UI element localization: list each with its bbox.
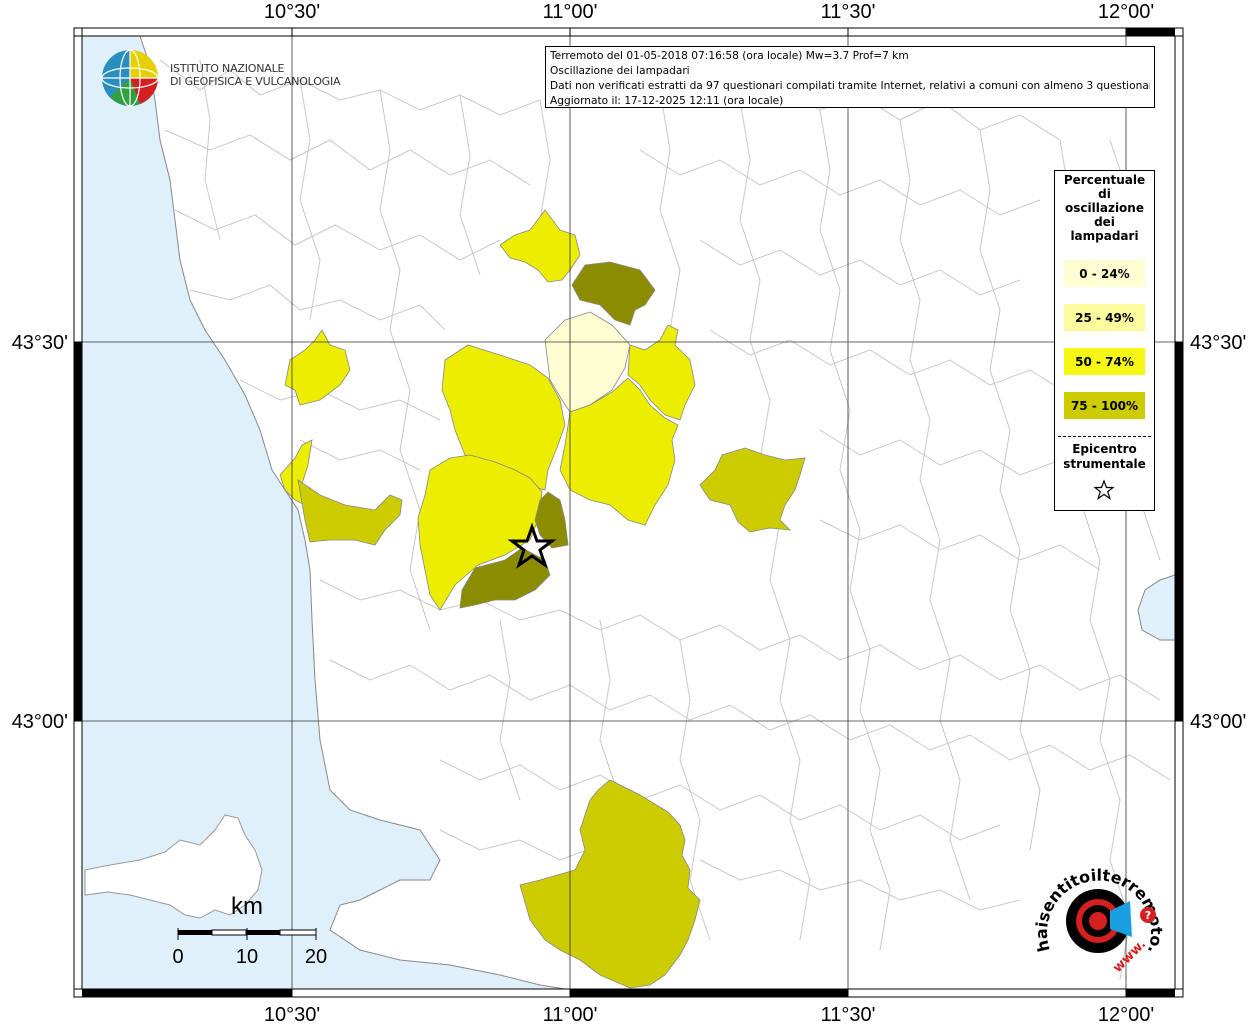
legend-title-line: di <box>1098 187 1111 201</box>
haisentito-logo: haisentitoilterremoto.it www. ? <box>1030 855 1166 976</box>
ingv-name: ISTITUTO NAZIONALE DI GEOFISICA E VULCAN… <box>170 62 341 88</box>
legend-epicentre-line: strumentale <box>1063 457 1146 471</box>
ingv-line2: DI GEOFISICA E VULCANOLOGIA <box>170 75 341 88</box>
lat-label-left-2: 43°00' <box>12 711 68 733</box>
lon-label-bottom-1: 10°30' <box>264 1004 320 1024</box>
legend-item-50-74: 50 - 74% <box>1064 348 1145 375</box>
lat-label-right-2: 43°00' <box>1190 711 1246 733</box>
lon-label-bottom-2: 11°00' <box>543 1004 598 1024</box>
info-line-updated: Aggiornato il: 17-12-2025 12:11 (ora loc… <box>550 95 784 107</box>
legend-epicentre-label: Epicentro strumentale <box>1055 442 1154 472</box>
legend-item-label: 0 - 24% <box>1079 266 1130 281</box>
legend-item-label: 75 - 100% <box>1070 398 1139 413</box>
earthquake-info-box: Terremoto del 01-05-2018 07:16:58 (ora l… <box>545 46 1155 108</box>
legend-epicentre-line: Epicentro <box>1072 442 1137 456</box>
legend-title-line: Percentuale <box>1063 173 1146 187</box>
info-line-parameter: Oscillazione dei lampadari <box>550 65 690 77</box>
legend-item-label: 50 - 74% <box>1075 354 1134 369</box>
lon-label-bottom-4: 12°00' <box>1098 1004 1154 1024</box>
legend-star-icon <box>1093 479 1115 500</box>
lon-label-top-4: 12°00' <box>1098 1 1154 23</box>
legend-title-line: dei <box>1094 215 1115 229</box>
lat-label-left-1: 43°30' <box>12 332 68 354</box>
lon-label-bottom-3: 11°30' <box>821 1004 876 1024</box>
lat-label-right-1: 43°30' <box>1190 332 1246 354</box>
legend-title: Percentuale di oscillazione dei lampadar… <box>1062 171 1148 243</box>
scale-unit: km <box>231 893 263 920</box>
legend-title-line: oscillazione <box>1065 201 1144 215</box>
legend: Percentuale di oscillazione dei lampadar… <box>1054 170 1155 511</box>
legend-separator <box>1058 436 1151 437</box>
lon-label-top-3: 11°30' <box>821 1 876 23</box>
scale-tick-10: 10 <box>236 946 258 968</box>
svg-text:?: ? <box>1145 909 1151 922</box>
lon-label-top-1: 10°30' <box>264 1 320 23</box>
legend-item-label: 25 - 49% <box>1075 310 1134 325</box>
scale-tick-0: 0 <box>172 946 183 968</box>
legend-item-0-24: 0 - 24% <box>1064 260 1145 287</box>
legend-item-75-100: 75 - 100% <box>1064 392 1145 419</box>
scale-tick-20: 20 <box>305 946 327 968</box>
legend-item-25-49: 25 - 49% <box>1064 304 1145 331</box>
legend-title-line: lampadari <box>1070 229 1139 243</box>
ingv-line1: ISTITUTO NAZIONALE <box>170 62 285 75</box>
info-line-note: Dati non verificati estratti da 97 quest… <box>550 80 1150 92</box>
info-line-event: Terremoto del 01-05-2018 07:16:58 (ora l… <box>550 50 909 62</box>
lon-label-top-2: 11°00' <box>543 1 598 23</box>
